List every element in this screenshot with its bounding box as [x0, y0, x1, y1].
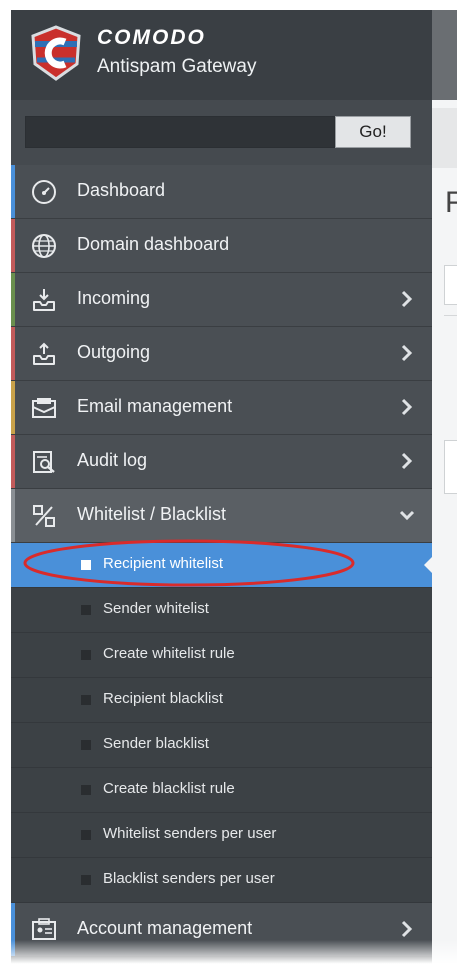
nav-accent [11, 435, 15, 488]
nav-item-label: Domain dashboard [77, 234, 230, 254]
content-panel [444, 265, 457, 305]
content-divider [444, 315, 457, 356]
comodo-logo [31, 25, 81, 81]
bullet-icon [81, 785, 91, 795]
nav-accent [11, 165, 15, 218]
submenu-item-label: Blacklist senders per user [103, 870, 275, 887]
nav-item-domain-dashboard[interactable]: Domain dashboard [11, 219, 432, 273]
bullet-icon [81, 695, 91, 705]
submenu-item-create-blacklist-rule[interactable]: Create blacklist rule [11, 768, 432, 813]
bullet-icon [81, 650, 91, 660]
nav-item-label: Dashboard [77, 180, 166, 200]
nav-item-email-management[interactable]: Email management [11, 381, 432, 435]
nav-item-label: Account management [77, 918, 253, 938]
nav-item-outgoing[interactable]: Outgoing [11, 327, 432, 381]
submenu-item-label: Recipient whitelist [103, 555, 224, 572]
submenu-item-label: Sender whitelist [103, 600, 209, 617]
chevron-right-icon [401, 398, 413, 416]
brand-name: COMODO [97, 26, 206, 49]
nav-item-audit-log[interactable]: Audit log [11, 435, 432, 489]
submenu-item-label: Whitelist senders per user [103, 825, 277, 842]
submenu-item-label: Create whitelist rule [103, 645, 235, 662]
bullet-icon [81, 830, 91, 840]
nav-accent [11, 327, 15, 380]
product-name: Antispam Gateway [97, 56, 257, 77]
bottom-fade [0, 940, 457, 974]
gauge-icon [32, 180, 56, 204]
submenu-item-recipient-blacklist[interactable]: Recipient blacklist [11, 678, 432, 723]
chevron-right-icon [401, 452, 413, 470]
chevron-right-icon [401, 290, 413, 308]
inbox-upload-icon [33, 342, 55, 365]
bullet-icon [81, 875, 91, 885]
main-content-edge: F [432, 10, 457, 965]
nav-item-dashboard[interactable]: Dashboard [11, 165, 432, 219]
search-go-button[interactable]: Go! [335, 116, 411, 148]
nav-item-label: Email management [77, 396, 233, 416]
bullet-icon [81, 740, 91, 750]
submenu-item-recipient-whitelist[interactable]: Recipient whitelist [11, 543, 432, 588]
nav-item-label: Audit log [77, 450, 148, 470]
breadcrumb-bar [432, 108, 457, 168]
nav-accent [11, 489, 15, 542]
nav-accent [11, 219, 15, 272]
chevron-down-icon [399, 510, 415, 521]
search-input[interactable] [25, 116, 335, 148]
nav-item-label: Outgoing [77, 342, 151, 362]
submenu-item-create-whitelist-rule[interactable]: Create whitelist rule [11, 633, 432, 678]
bullet-icon [81, 560, 91, 570]
search-bar: Go! [11, 100, 432, 165]
submenu-item-blacklist-senders-per-user[interactable]: Blacklist senders per user [11, 858, 432, 903]
app-window: COMODO Antispam Gateway Go! Dashboard Do… [0, 0, 457, 974]
submenu-item-label: Sender blacklist [103, 735, 209, 752]
bullet-icon [81, 605, 91, 615]
percent-icon [33, 505, 55, 527]
inbox-download-icon [33, 289, 55, 311]
magnifier-report-icon [33, 451, 55, 473]
submenu-item-label: Recipient blacklist [103, 690, 224, 707]
nav-accent [11, 381, 15, 434]
active-pointer-icon [424, 556, 432, 574]
submenu-item-whitelist-senders-per-user[interactable]: Whitelist senders per user [11, 813, 432, 858]
nav-item-whitelist-blacklist[interactable]: Whitelist / Blacklist [11, 489, 432, 543]
chevron-right-icon [401, 920, 413, 938]
top-bar [432, 10, 457, 100]
sidebar: COMODO Antispam Gateway Go! Dashboard Do… [11, 10, 432, 965]
nav-accent [11, 273, 15, 326]
submenu-item-label: Create blacklist rule [103, 780, 235, 797]
nav-item-label: Incoming [77, 288, 151, 308]
globe-icon [32, 234, 56, 258]
submenu-item-sender-whitelist[interactable]: Sender whitelist [11, 588, 432, 633]
nav-item-incoming[interactable]: Incoming [11, 273, 432, 327]
nav-item-label: Whitelist / Blacklist [77, 504, 227, 524]
envelope-icon [32, 398, 56, 418]
page-title: F [445, 186, 457, 219]
sidebar-header: COMODO Antispam Gateway [11, 10, 432, 100]
content-panel [444, 440, 457, 494]
submenu-item-sender-blacklist[interactable]: Sender blacklist [11, 723, 432, 768]
chevron-right-icon [401, 344, 413, 362]
